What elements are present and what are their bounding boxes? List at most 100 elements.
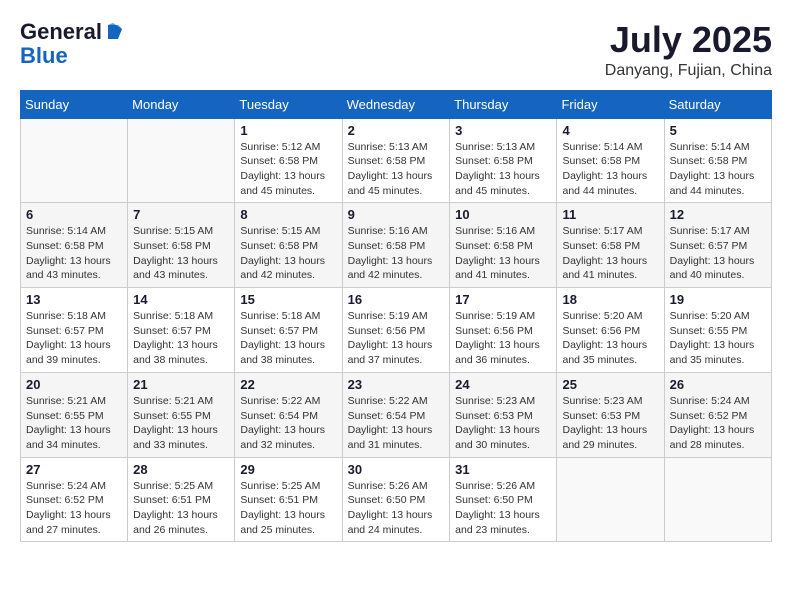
calendar-cell: 25Sunrise: 5:23 AM Sunset: 6:53 PM Dayli… [557, 372, 664, 457]
day-info: Sunrise: 5:26 AM Sunset: 6:50 PM Dayligh… [455, 479, 551, 538]
day-info: Sunrise: 5:15 AM Sunset: 6:58 PM Dayligh… [240, 224, 336, 283]
logo-icon [104, 21, 122, 39]
day-number: 9 [348, 207, 445, 222]
week-row-4: 20 Sunrise: 5:21 AM Sunset: 6:55 PM Dayli… [21, 372, 772, 457]
day-info: Sunrise: 5:18 AM Sunset: 6:57 PM Dayligh… [133, 309, 229, 368]
day-number: 15 [240, 292, 336, 307]
day-info: Sunrise: 5:13 AM Sunset: 6:58 PM Dayligh… [455, 140, 551, 199]
month-year: July 2025 [605, 20, 772, 60]
day-info: Sunrise: 5:23 AM Sunset: 6:53 PM Dayligh… [455, 394, 551, 453]
col-header-saturday: Saturday [664, 90, 771, 118]
col-header-monday: Monday [128, 90, 235, 118]
calendar-cell [128, 118, 235, 203]
day-info: Sunrise: 5:17 AM Sunset: 6:58 PM Dayligh… [562, 224, 658, 283]
week-row-2: 6 Sunrise: 5:14 AM Sunset: 6:58 PM Daylig… [21, 203, 772, 288]
calendar-cell: 4 Sunrise: 5:14 AM Sunset: 6:58 PM Daylig… [557, 118, 664, 203]
calendar-cell: 29Sunrise: 5:25 AM Sunset: 6:51 PM Dayli… [235, 457, 342, 542]
day-info: Sunrise: 5:19 AM Sunset: 6:56 PM Dayligh… [348, 309, 445, 368]
logo: General Blue [20, 20, 122, 68]
calendar-cell: 3Sunrise: 5:13 AM Sunset: 6:58 PM Daylig… [450, 118, 557, 203]
day-number: 22 [240, 377, 336, 392]
day-info: Sunrise: 5:14 AM Sunset: 6:58 PM Dayligh… [562, 140, 658, 199]
day-info: Sunrise: 5:24 AM Sunset: 6:52 PM Dayligh… [26, 479, 122, 538]
day-number: 12 [670, 207, 766, 222]
calendar-cell: 14 Sunrise: 5:18 AM Sunset: 6:57 PM Dayli… [128, 288, 235, 373]
calendar-cell: 20Sunrise: 5:21 AM Sunset: 6:55 PM Dayli… [21, 372, 128, 457]
day-number: 21 [133, 377, 229, 392]
calendar-cell: 17 Sunrise: 5:19 AM Sunset: 6:56 PM Dayli… [450, 288, 557, 373]
calendar-cell: 21 Sunrise: 5:21 AM Sunset: 6:55 PM Dayli… [128, 372, 235, 457]
location: Danyang, Fujian, China [605, 62, 772, 80]
day-number: 20 [26, 377, 122, 392]
col-header-tuesday: Tuesday [235, 90, 342, 118]
week-row-5: 27Sunrise: 5:24 AM Sunset: 6:52 PM Dayli… [21, 457, 772, 542]
calendar-cell: 13 Sunrise: 5:18 AM Sunset: 6:57 PM Dayli… [21, 288, 128, 373]
day-number: 2 [348, 123, 445, 138]
calendar-cell: 7 Sunrise: 5:15 AM Sunset: 6:58 PM Daylig… [128, 203, 235, 288]
day-number: 6 [26, 207, 122, 222]
calendar-cell: 1Sunrise: 5:12 AM Sunset: 6:58 PM Daylig… [235, 118, 342, 203]
calendar-cell: 12Sunrise: 5:17 AM Sunset: 6:57 PM Dayli… [664, 203, 771, 288]
day-number: 31 [455, 462, 551, 477]
day-number: 5 [670, 123, 766, 138]
day-info: Sunrise: 5:14 AM Sunset: 6:58 PM Dayligh… [26, 224, 122, 283]
calendar-cell: 31 Sunrise: 5:26 AM Sunset: 6:50 PM Dayli… [450, 457, 557, 542]
calendar-cell: 10 Sunrise: 5:16 AM Sunset: 6:58 PM Dayli… [450, 203, 557, 288]
calendar-cell: 11 Sunrise: 5:17 AM Sunset: 6:58 PM Dayli… [557, 203, 664, 288]
day-number: 8 [240, 207, 336, 222]
calendar-cell: 22 Sunrise: 5:22 AM Sunset: 6:54 PM Dayli… [235, 372, 342, 457]
day-info: Sunrise: 5:25 AM Sunset: 6:51 PM Dayligh… [240, 479, 336, 538]
day-info: Sunrise: 5:13 AM Sunset: 6:58 PM Dayligh… [348, 140, 445, 199]
week-row-1: 1Sunrise: 5:12 AM Sunset: 6:58 PM Daylig… [21, 118, 772, 203]
col-header-wednesday: Wednesday [342, 90, 450, 118]
day-number: 28 [133, 462, 229, 477]
day-number: 19 [670, 292, 766, 307]
title-block: July 2025 Danyang, Fujian, China [605, 20, 772, 80]
day-info: Sunrise: 5:24 AM Sunset: 6:52 PM Dayligh… [670, 394, 766, 453]
col-header-friday: Friday [557, 90, 664, 118]
day-number: 1 [240, 123, 336, 138]
day-info: Sunrise: 5:16 AM Sunset: 6:58 PM Dayligh… [348, 224, 445, 283]
day-info: Sunrise: 5:18 AM Sunset: 6:57 PM Dayligh… [240, 309, 336, 368]
day-info: Sunrise: 5:21 AM Sunset: 6:55 PM Dayligh… [133, 394, 229, 453]
calendar-cell: 19 Sunrise: 5:20 AM Sunset: 6:55 PM Dayli… [664, 288, 771, 373]
day-info: Sunrise: 5:20 AM Sunset: 6:56 PM Dayligh… [562, 309, 658, 368]
calendar-cell: 30Sunrise: 5:26 AM Sunset: 6:50 PM Dayli… [342, 457, 450, 542]
day-number: 11 [562, 207, 658, 222]
day-info: Sunrise: 5:18 AM Sunset: 6:57 PM Dayligh… [26, 309, 122, 368]
page-header: General Blue July 2025 Danyang, Fujian, … [20, 20, 772, 80]
day-info: Sunrise: 5:25 AM Sunset: 6:51 PM Dayligh… [133, 479, 229, 538]
day-number: 13 [26, 292, 122, 307]
calendar-cell: 28 Sunrise: 5:25 AM Sunset: 6:51 PM Dayli… [128, 457, 235, 542]
day-info: Sunrise: 5:19 AM Sunset: 6:56 PM Dayligh… [455, 309, 551, 368]
day-number: 23 [348, 377, 445, 392]
day-number: 18 [562, 292, 658, 307]
day-number: 17 [455, 292, 551, 307]
day-number: 26 [670, 377, 766, 392]
day-number: 24 [455, 377, 551, 392]
calendar-cell: 9 Sunrise: 5:16 AM Sunset: 6:58 PM Daylig… [342, 203, 450, 288]
day-info: Sunrise: 5:16 AM Sunset: 6:58 PM Dayligh… [455, 224, 551, 283]
day-info: Sunrise: 5:20 AM Sunset: 6:55 PM Dayligh… [670, 309, 766, 368]
calendar-cell: 18 Sunrise: 5:20 AM Sunset: 6:56 PM Dayli… [557, 288, 664, 373]
day-number: 7 [133, 207, 229, 222]
calendar-table: SundayMondayTuesdayWednesdayThursdayFrid… [20, 90, 772, 543]
day-info: Sunrise: 5:26 AM Sunset: 6:50 PM Dayligh… [348, 479, 445, 538]
day-info: Sunrise: 5:15 AM Sunset: 6:58 PM Dayligh… [133, 224, 229, 283]
day-info: Sunrise: 5:14 AM Sunset: 6:58 PM Dayligh… [670, 140, 766, 199]
day-info: Sunrise: 5:22 AM Sunset: 6:54 PM Dayligh… [240, 394, 336, 453]
logo-general: General [20, 20, 102, 44]
calendar-cell: 15 Sunrise: 5:18 AM Sunset: 6:57 PM Dayli… [235, 288, 342, 373]
calendar-cell: 16 Sunrise: 5:19 AM Sunset: 6:56 PM Dayli… [342, 288, 450, 373]
col-header-thursday: Thursday [450, 90, 557, 118]
day-number: 14 [133, 292, 229, 307]
day-number: 10 [455, 207, 551, 222]
calendar-cell [664, 457, 771, 542]
calendar-header-row: SundayMondayTuesdayWednesdayThursdayFrid… [21, 90, 772, 118]
calendar-cell: 23Sunrise: 5:22 AM Sunset: 6:54 PM Dayli… [342, 372, 450, 457]
calendar-cell: 2 Sunrise: 5:13 AM Sunset: 6:58 PM Daylig… [342, 118, 450, 203]
day-number: 4 [562, 123, 658, 138]
day-info: Sunrise: 5:23 AM Sunset: 6:53 PM Dayligh… [562, 394, 658, 453]
week-row-3: 13 Sunrise: 5:18 AM Sunset: 6:57 PM Dayli… [21, 288, 772, 373]
day-number: 16 [348, 292, 445, 307]
